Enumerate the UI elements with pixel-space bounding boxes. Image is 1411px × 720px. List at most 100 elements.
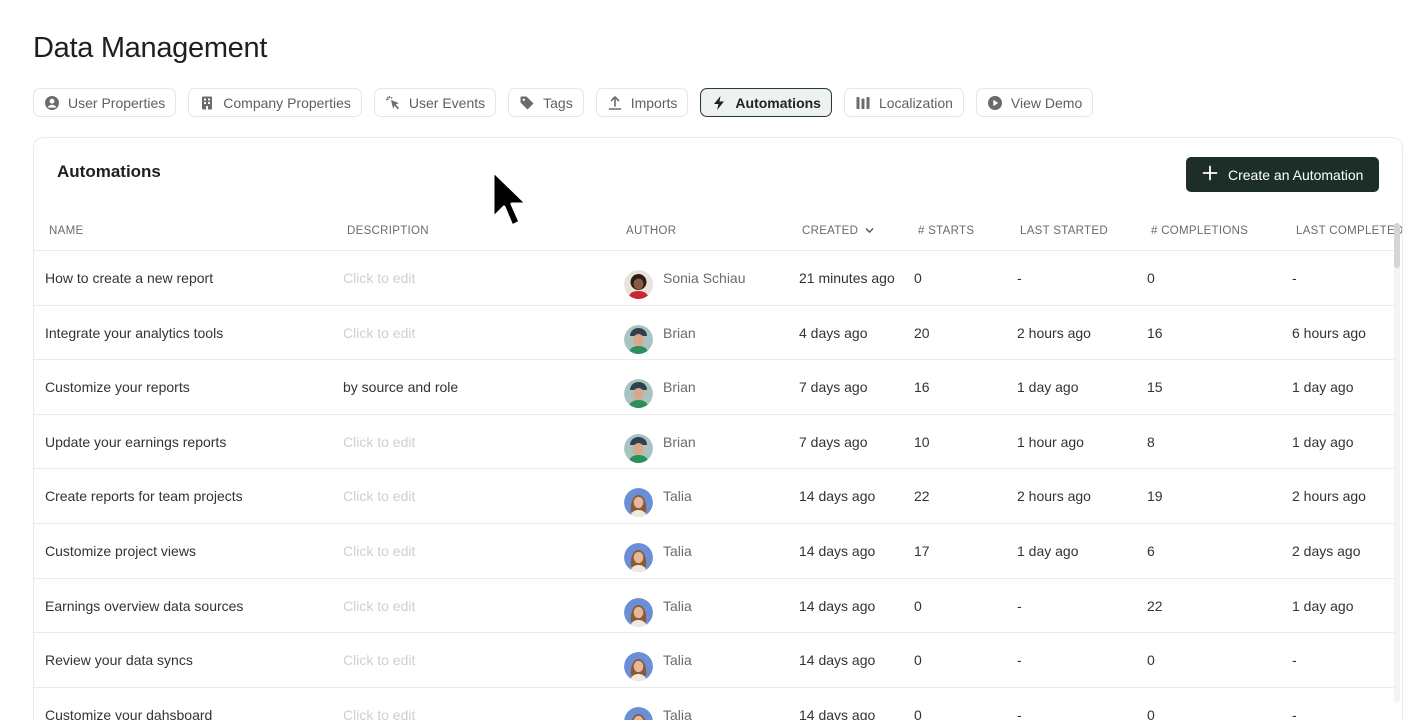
tab-label: Tags [543, 94, 573, 111]
automation-description[interactable]: Click to edit [343, 543, 415, 559]
last-completed: 2 days ago [1292, 542, 1361, 559]
column-header-author[interactable]: Author [626, 225, 676, 237]
automations-table: Name Description Author Created # Starts… [34, 211, 1402, 720]
last-completed: 2 hours ago [1292, 488, 1366, 505]
tab-label: Imports [630, 94, 678, 111]
table-row[interactable]: Customize your reports by source and role… [34, 360, 1396, 415]
table-row[interactable]: Review your data syncs Click to edit Talia… [34, 633, 1396, 688]
created-date: 14 days ago [799, 706, 876, 720]
avatar [624, 597, 653, 627]
create-automation-button[interactable]: Create an Automation [1186, 157, 1379, 192]
play-circle-icon [987, 95, 1003, 111]
automations-panel: Automations Create an Automation Name De… [33, 137, 1403, 720]
last-completed: - [1292, 706, 1297, 720]
completions-count: 0 [1147, 652, 1155, 669]
column-header-starts[interactable]: # Starts [918, 225, 974, 237]
starts-count: 22 [914, 488, 930, 505]
tab-tags[interactable]: Tags [508, 88, 584, 117]
last-started: 1 day ago [1017, 379, 1079, 396]
mouse-cursor-icon [491, 169, 529, 228]
scrollbar-thumb[interactable] [1394, 223, 1400, 268]
tab-user-properties[interactable]: User Properties [33, 88, 177, 117]
created-date: 14 days ago [799, 542, 876, 559]
author-name: Sonia Schiau [663, 270, 746, 286]
last-started: 2 hours ago [1017, 324, 1091, 341]
starts-count: 0 [914, 270, 922, 286]
table-body: How to create a new report Click to edit S… [34, 251, 1396, 720]
completions-count: 8 [1147, 433, 1155, 450]
completions-count: 16 [1147, 324, 1163, 341]
completions-count: 15 [1147, 379, 1163, 396]
plus-icon [1202, 165, 1218, 184]
vertical-scrollbar[interactable] [1394, 223, 1400, 703]
column-header-last-started[interactable]: Last Started [1020, 225, 1108, 237]
table-row[interactable]: Earnings overview data sources Click to e… [34, 579, 1396, 634]
last-started: - [1017, 652, 1022, 669]
completions-count: 22 [1147, 597, 1163, 614]
localization-icon [855, 95, 871, 111]
author-name: Talia [663, 542, 692, 559]
column-header-created-label: Created [802, 225, 859, 237]
author-name: Talia [663, 706, 692, 720]
building-icon [199, 95, 215, 111]
automation-name[interactable]: Earnings overview data sources [45, 598, 243, 614]
automation-name[interactable]: Customize project views [45, 543, 196, 559]
author-name: Brian [663, 324, 696, 341]
column-header-name[interactable]: Name [49, 225, 83, 237]
last-started: 1 day ago [1017, 542, 1079, 559]
avatar [624, 379, 653, 409]
tab-label: Localization [878, 94, 953, 111]
tab-company-properties[interactable]: Company Properties [188, 88, 362, 117]
created-date: 14 days ago [799, 652, 876, 669]
starts-count: 0 [914, 652, 922, 669]
table-row[interactable]: Integrate your analytics tools Click to e… [34, 306, 1396, 361]
tab-automations[interactable]: Automations [700, 88, 832, 117]
last-completed: - [1292, 652, 1297, 669]
upload-icon [607, 95, 623, 111]
column-header-last-completed[interactable]: Last Completed [1296, 225, 1402, 237]
table-row[interactable]: How to create a new report Click to edit S… [34, 251, 1396, 306]
tab-view-demo[interactable]: View Demo [975, 88, 1094, 117]
automation-description[interactable]: Click to edit [343, 652, 415, 668]
automation-description[interactable]: Click to edit [343, 707, 415, 720]
completions-count: 0 [1147, 270, 1155, 286]
column-header-description[interactable]: Description [347, 225, 429, 237]
automation-description[interactable]: Click to edit [343, 325, 415, 341]
tab-imports[interactable]: Imports [595, 88, 689, 117]
automation-name[interactable]: Create reports for team projects [45, 488, 243, 504]
table-row[interactable]: Customize project views Click to edit Tali… [34, 524, 1396, 579]
author-name: Talia [663, 652, 692, 669]
automation-name[interactable]: Update your earnings reports [45, 434, 226, 450]
tab-user-events[interactable]: User Events [373, 88, 497, 117]
panel-title: Automations [57, 162, 161, 181]
column-header-created[interactable]: Created [802, 225, 875, 237]
automation-name[interactable]: How to create a new report [45, 270, 213, 286]
automation-description[interactable]: Click to edit [343, 598, 415, 614]
table-row[interactable]: Customize your dahsboard Click to edit Tal… [34, 688, 1396, 720]
column-header-completions[interactable]: # Completions [1151, 225, 1248, 237]
last-started: 1 hour ago [1017, 433, 1084, 450]
tag-icon [519, 95, 535, 111]
avatar [624, 433, 653, 463]
starts-count: 16 [914, 379, 930, 396]
automation-name[interactable]: Review your data syncs [45, 652, 193, 668]
last-started: - [1017, 706, 1022, 720]
tab-label: View Demo [1010, 94, 1083, 111]
table-row[interactable]: Update your earnings reports Click to edi… [34, 415, 1396, 470]
completions-count: 0 [1147, 706, 1155, 720]
avatar [624, 542, 653, 572]
automation-description[interactable]: Click to edit [343, 488, 415, 504]
author-name: Brian [663, 379, 696, 396]
automation-name[interactable]: Customize your dahsboard [45, 707, 212, 720]
click-icon [385, 95, 401, 111]
automation-description[interactable]: Click to edit [343, 270, 415, 286]
tab-label: User Events [408, 94, 486, 111]
automation-description[interactable]: Click to edit [343, 434, 415, 450]
table-row[interactable]: Create reports for team projects Click to… [34, 469, 1396, 524]
automation-description[interactable]: by source and role [343, 379, 458, 395]
automation-name[interactable]: Customize your reports [45, 379, 190, 395]
last-started: 2 hours ago [1017, 488, 1091, 505]
automation-name[interactable]: Integrate your analytics tools [45, 325, 223, 341]
tab-localization[interactable]: Localization [843, 88, 964, 117]
last-started: - [1017, 270, 1022, 286]
